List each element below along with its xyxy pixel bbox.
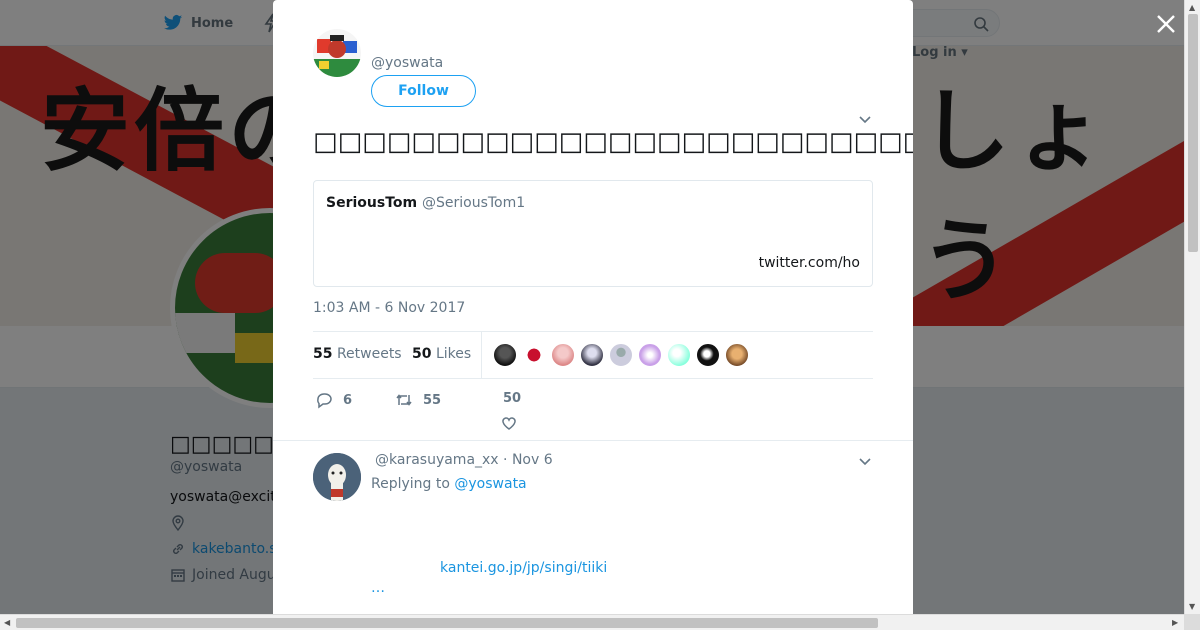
quoted-link[interactable]: twitter.com/ho bbox=[759, 255, 860, 271]
likes-stat[interactable]: 50 Likes bbox=[412, 346, 471, 362]
tweet-modal: @yoswata Follow □□□□□□□□□□□□□□□□□□□□□□□□… bbox=[273, 0, 913, 614]
tweet-text: □□□□□□□□□□□□□□□□□□□□□□□□□20□□□□□□□□□□□□□… bbox=[313, 127, 913, 157]
replying-to-prefix: Replying to bbox=[371, 476, 455, 492]
heart-icon bbox=[502, 417, 516, 430]
likes-count: 50 bbox=[412, 346, 432, 362]
retweet-icon bbox=[396, 394, 412, 406]
retweet-count: 55 bbox=[423, 392, 442, 408]
like-count-wrap: 50 bbox=[503, 391, 521, 406]
stats-divider bbox=[481, 332, 482, 378]
retweets-label: Retweets bbox=[336, 346, 402, 362]
chevron-down-icon bbox=[859, 458, 871, 466]
reply-meta[interactable]: @karasuyama_xx · Nov 6 bbox=[375, 452, 553, 468]
liker-avatars bbox=[493, 343, 749, 367]
quoted-author-name: SeriousTom bbox=[326, 195, 418, 211]
tweet-timestamp[interactable]: 1:03 AM - 6 Nov 2017 bbox=[313, 300, 465, 316]
close-icon bbox=[1157, 15, 1175, 33]
scroll-up-arrow-icon[interactable]: ▲ bbox=[1189, 3, 1195, 12]
liker-avatar[interactable] bbox=[696, 343, 720, 367]
liker-avatar[interactable] bbox=[638, 343, 662, 367]
avatar-image bbox=[313, 453, 361, 501]
liker-avatar[interactable] bbox=[725, 343, 749, 367]
liker-avatar[interactable] bbox=[609, 343, 633, 367]
reply-more-link[interactable]: … bbox=[371, 580, 385, 596]
tweet-options-button[interactable] bbox=[858, 111, 872, 125]
close-button[interactable] bbox=[1152, 10, 1180, 38]
liker-avatar[interactable] bbox=[551, 343, 575, 367]
like-count: 50 bbox=[503, 391, 522, 406]
scroll-right-arrow-icon[interactable]: ▶ bbox=[1172, 618, 1178, 627]
reply-link[interactable]: kantei.go.jp/jp/singi/tiiki bbox=[440, 560, 607, 576]
quoted-author-handle: @SeriousTom1 bbox=[422, 195, 526, 211]
reply-author-avatar[interactable] bbox=[313, 453, 361, 501]
tweet-stats: 55 Retweets 50 Likes bbox=[313, 331, 873, 379]
author-handle[interactable]: @yoswata bbox=[371, 55, 443, 71]
replying-to: Replying to @yoswata bbox=[371, 476, 527, 492]
reply-icon bbox=[317, 393, 332, 409]
replying-to-mention[interactable]: @yoswata bbox=[454, 476, 526, 492]
liker-avatar[interactable] bbox=[580, 343, 604, 367]
avatar-image bbox=[313, 29, 361, 77]
horizontal-scrollbar[interactable]: ◀ ▶ bbox=[0, 614, 1184, 630]
retweet-button[interactable]: 55 bbox=[395, 391, 441, 409]
liker-avatar[interactable] bbox=[522, 343, 546, 367]
liker-avatar[interactable] bbox=[667, 343, 691, 367]
retweets-stat[interactable]: 55 Retweets bbox=[313, 346, 402, 362]
quoted-tweet[interactable]: SeriousTom @SeriousTom1 twitter.com/ho bbox=[313, 180, 873, 287]
vertical-scroll-thumb[interactable] bbox=[1188, 14, 1198, 252]
follow-button[interactable]: Follow bbox=[371, 75, 476, 107]
horizontal-scroll-thumb[interactable] bbox=[16, 618, 878, 628]
reply-tweet[interactable]: @karasuyama_xx · Nov 6 Replying to @yosw… bbox=[273, 440, 913, 614]
retweets-count: 55 bbox=[313, 346, 333, 362]
liker-avatar[interactable] bbox=[493, 343, 517, 367]
tweet-actions: 6 55 50 bbox=[313, 390, 873, 434]
scroll-down-arrow-icon[interactable]: ▼ bbox=[1189, 602, 1195, 611]
reply-count: 6 bbox=[343, 392, 353, 408]
likes-label: Likes bbox=[435, 346, 472, 362]
scroll-left-arrow-icon[interactable]: ◀ bbox=[4, 618, 10, 627]
vertical-scrollbar[interactable]: ▲ ▼ bbox=[1184, 0, 1200, 614]
reply-options-button[interactable] bbox=[858, 453, 872, 467]
scrollbar-corner bbox=[1184, 614, 1200, 630]
author-avatar[interactable] bbox=[313, 29, 361, 77]
reply-button[interactable]: 6 bbox=[315, 391, 352, 409]
chevron-down-icon bbox=[859, 116, 871, 124]
like-button[interactable] bbox=[500, 414, 518, 432]
